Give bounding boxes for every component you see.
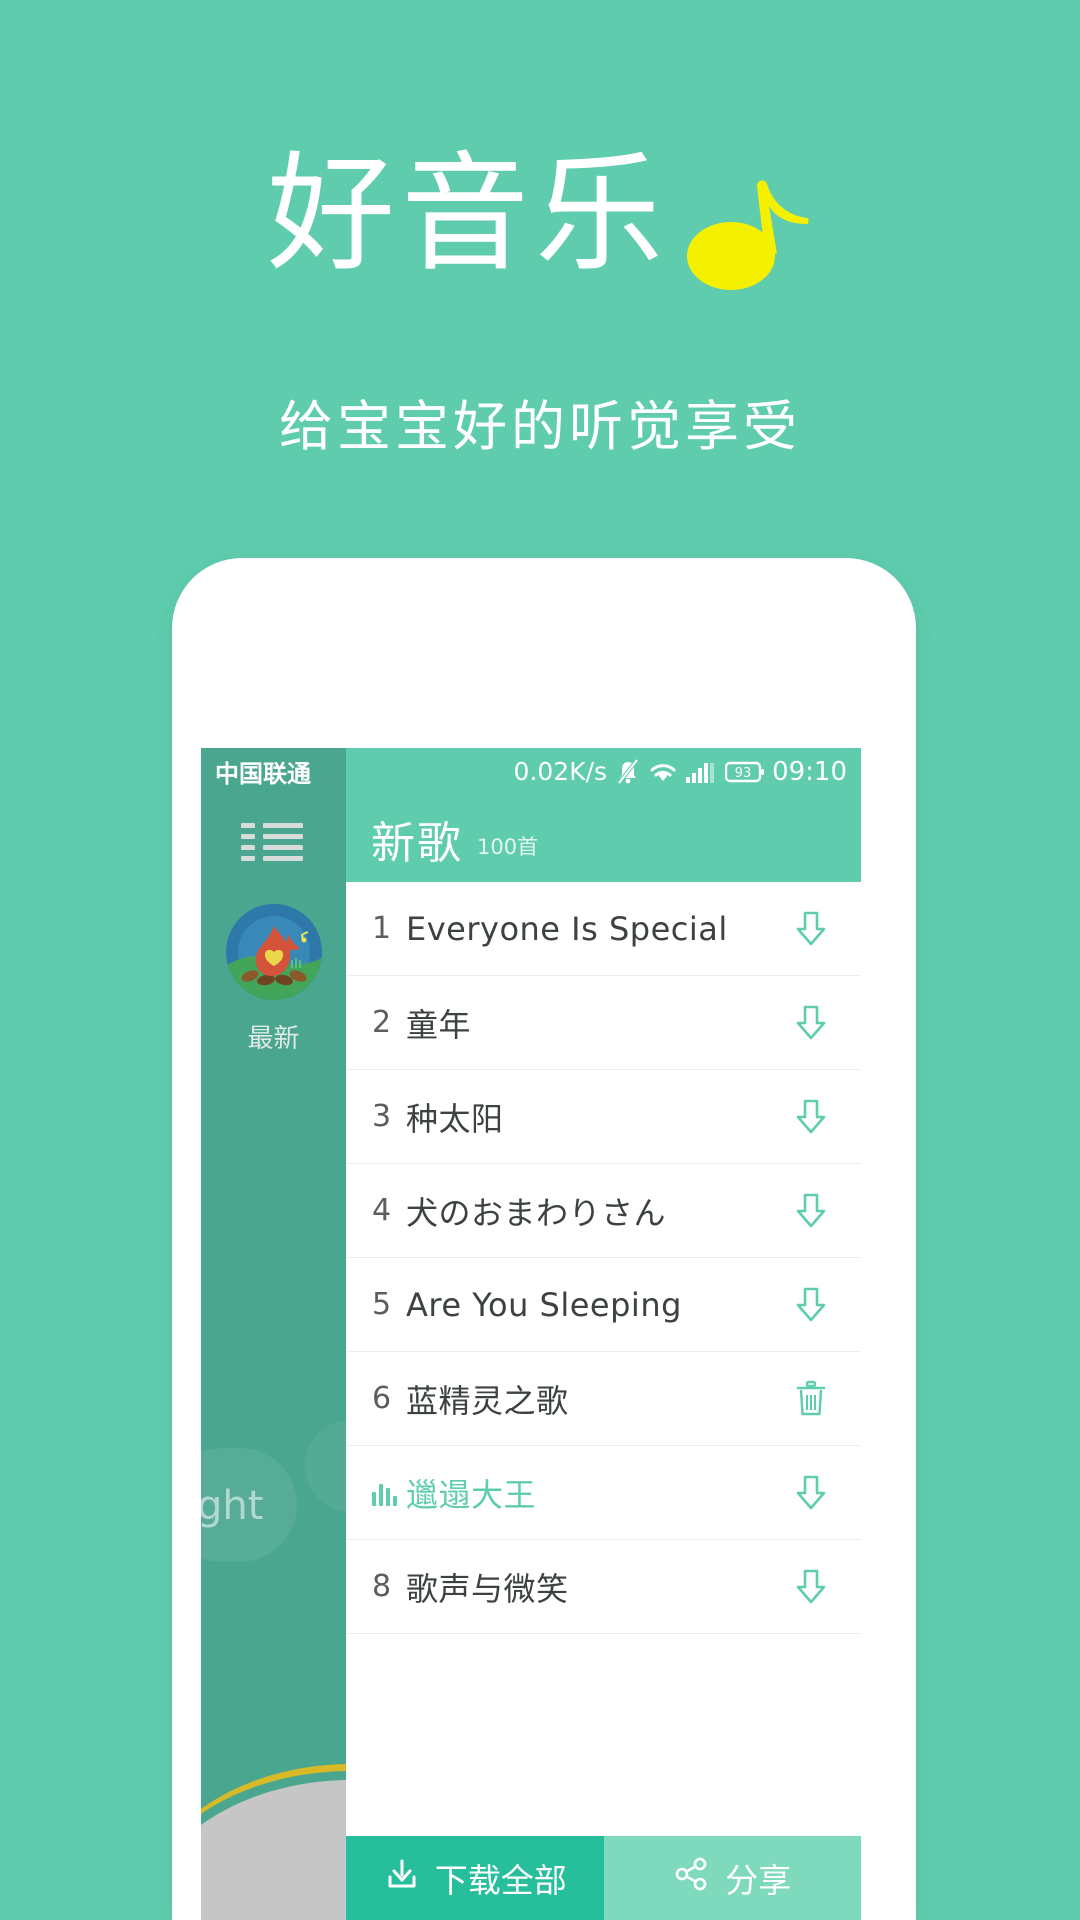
cellular-signal-icon (686, 761, 716, 783)
share-label: 分享 (725, 1861, 792, 1900)
promo-poster: 好音乐 给宝宝好的听觉享受 中国联通 最新 ght 0.02K/s 93 09:… (0, 0, 1080, 1920)
song-title: 犬のおまわりさん (406, 1193, 667, 1232)
list-menu-icon (240, 817, 307, 867)
phone-mockup: 中国联通 最新 ght 0.02K/s 93 09:10 新歌 100首 1 E… (172, 558, 916, 1920)
song-title: Are You Sleeping (406, 1285, 682, 1324)
song-title: 邋遢大王 (406, 1475, 537, 1514)
now-playing-equalizer-icon (372, 1480, 406, 1506)
table-row[interactable]: 5 Are You Sleeping (346, 1258, 861, 1352)
download-all-button[interactable]: 下载全部 (346, 1836, 604, 1920)
song-index: 3 (372, 1099, 392, 1134)
table-row[interactable]: 6 蓝精灵之歌 (346, 1352, 861, 1446)
battery-icon: 93 (725, 760, 765, 784)
page-title: 好音乐 (266, 140, 669, 289)
song-index: 4 (372, 1193, 392, 1228)
song-index: 8 (372, 1569, 392, 1604)
download-icon[interactable] (787, 1473, 835, 1513)
phone-screen: 中国联通 最新 ght 0.02K/s 93 09:10 新歌 100首 1 E… (201, 748, 861, 1920)
action-bar: 下载全部 分享 (346, 1836, 861, 1920)
music-note-icon (683, 158, 813, 298)
main-panel: 0.02K/s 93 09:10 新歌 100首 1 Everyone Is S… (346, 748, 861, 1920)
sidebar-peek-text: ght (201, 1483, 264, 1529)
download-icon[interactable] (787, 1567, 835, 1607)
download-icon[interactable] (787, 1191, 835, 1231)
carrier-label: 中国联通 (215, 760, 311, 788)
download-box-icon (383, 1855, 421, 1901)
download-icon[interactable] (787, 1285, 835, 1325)
song-title: 童年 (406, 1005, 472, 1044)
sidebar-item-label: 最新 (247, 1024, 300, 1054)
song-title: 蓝精灵之歌 (406, 1381, 569, 1420)
bell-muted-icon (616, 758, 640, 785)
clock-label: 09:10 (772, 756, 847, 787)
song-index: 6 (372, 1381, 392, 1416)
song-list: 1 Everyone Is Special 2 童年 3 种太阳 4 犬のおまわりさん 5 Are… (346, 882, 861, 1836)
share-nodes-icon (673, 1855, 711, 1901)
table-row[interactable]: 邋遢大王 (346, 1446, 861, 1540)
status-bar: 0.02K/s 93 09:10 (346, 748, 861, 795)
battery-level-text: 93 (735, 766, 752, 781)
song-index: 5 (372, 1287, 392, 1322)
sidebar-decor-circle (305, 1420, 346, 1512)
song-index: 1 (372, 911, 392, 946)
download-icon[interactable] (787, 909, 835, 949)
network-speed-label: 0.02K/s (513, 757, 608, 786)
campfire-avatar-icon (225, 904, 322, 1000)
table-row[interactable]: 4 犬のおまわりさん (346, 1164, 861, 1258)
song-title: 歌声与微笑 (406, 1569, 569, 1608)
trash-icon[interactable] (787, 1379, 835, 1419)
table-row[interactable]: 2 童年 (346, 976, 861, 1070)
download-icon[interactable] (787, 1097, 835, 1137)
sidebar-drawer: 中国联通 最新 ght (201, 748, 346, 1920)
sidebar-decor-ridge (201, 1764, 346, 1920)
page-subtitle: 给宝宝好的听觉享受 (279, 395, 801, 458)
share-button[interactable]: 分享 (603, 1836, 861, 1920)
download-all-label: 下载全部 (434, 1861, 567, 1900)
sidebar-menu-button[interactable] (201, 795, 346, 882)
song-title: Everyone Is Special (406, 909, 728, 948)
table-row[interactable]: 8 歌声与微笑 (346, 1540, 861, 1634)
playlist-title: 新歌 (371, 817, 463, 869)
table-row[interactable]: 3 种太阳 (346, 1070, 861, 1164)
playlist-count: 100首 (477, 834, 539, 859)
song-index: 2 (372, 1005, 392, 1040)
sidebar-item-latest[interactable]: 最新 (201, 904, 346, 1055)
download-icon[interactable] (787, 1003, 835, 1043)
headline-block: 好音乐 (0, 140, 1080, 298)
wifi-icon (649, 761, 677, 783)
song-title: 种太阳 (406, 1099, 504, 1138)
table-row[interactable]: 1 Everyone Is Special (346, 882, 861, 976)
app-bar: 新歌 100首 (346, 795, 861, 882)
